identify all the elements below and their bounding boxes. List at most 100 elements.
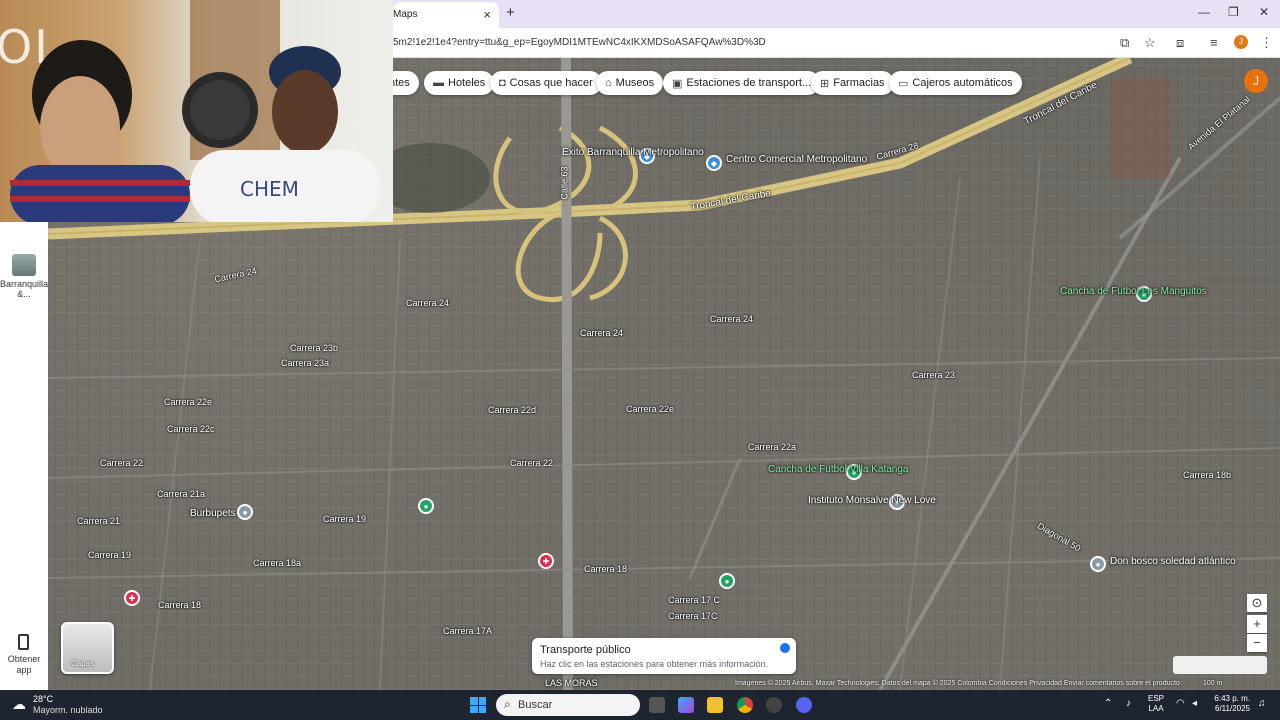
road-label: Carrera 23b (290, 343, 339, 353)
hospital-pin-icon[interactable]: ✚ (124, 590, 140, 606)
left-rail: Barranquilla &... Obtener app (0, 222, 48, 690)
chip-label: Museos (615, 77, 655, 89)
park-pin-icon[interactable]: ● (418, 498, 434, 514)
road-label: Carrera 21 (77, 516, 121, 526)
poi-label-instituto-monsalve[interactable]: Instituto Monsalve New Love (808, 495, 936, 506)
chip-label: Cosas que hacer (509, 77, 593, 89)
chip-label: Estaciones de transport... (686, 77, 812, 89)
poi-label-centro-comercial[interactable]: Centro Comercial Metropolitano (726, 154, 867, 165)
layers-label: Capas (71, 659, 95, 668)
poi-label-exito[interactable]: Éxito Barranquilla Metropolitano (562, 147, 704, 158)
transit-icon: ▣ (672, 77, 683, 90)
microphone-icon[interactable]: ♪ (1126, 698, 1131, 709)
place-thumbnail[interactable] (12, 254, 36, 276)
get-app-label[interactable]: Obtener app (0, 654, 48, 676)
weather-desc[interactable]: Mayorm. nublado (33, 705, 103, 715)
chip-museos[interactable]: ⌂ Museos (596, 71, 664, 95)
chevron-up-icon[interactable]: ⌃ (1104, 698, 1112, 709)
install-app-icon[interactable]: ⧉ (1120, 35, 1129, 51)
recent-place-label[interactable]: Barranquilla &... (0, 279, 48, 299)
tab-maps[interactable]: Maps × (393, 2, 499, 28)
windows-start-icon[interactable] (470, 697, 486, 713)
profile-avatar[interactable]: J (1234, 35, 1248, 49)
chip-cajeros[interactable]: ▭ Cajeros automáticos (889, 71, 1022, 95)
app-icon[interactable] (766, 697, 782, 713)
road-label: Carrera 24 (710, 314, 754, 324)
transport-toast[interactable]: Transporte público Haz clic en las estac… (532, 638, 796, 674)
weather-cloud-icon[interactable]: ☁ (12, 696, 26, 713)
atm-icon: ▭ (898, 77, 909, 90)
restore-icon[interactable]: ❐ (1228, 5, 1239, 19)
street-view-controls[interactable] (1173, 656, 1267, 674)
volume-icon[interactable]: ◂ (1192, 698, 1197, 709)
chip-label: Hoteles (448, 77, 486, 89)
road-label: Carrera 24 (406, 298, 450, 308)
poi-label-burbupets[interactable]: Burbupets (190, 508, 236, 519)
hospital-pin-icon[interactable]: ✚ (538, 553, 554, 569)
task-view-icon[interactable] (649, 697, 665, 713)
close-icon[interactable]: × (483, 7, 491, 22)
url-text[interactable]: 5m2!1e2!1e4?entry=ttu&g_ep=EgoyMDI1MTEwN… (393, 37, 766, 48)
shopping-pin-icon[interactable]: ◆ (706, 155, 722, 171)
zoom-out-button[interactable]: − (1247, 634, 1267, 652)
more-menu-icon[interactable]: ⋮ (1260, 35, 1273, 51)
my-location-icon[interactable]: ⊙ (1247, 594, 1267, 612)
search-placeholder: Buscar (518, 699, 553, 711)
address-bar[interactable]: 5m2!1e2!1e4?entry=ttu&g_ep=EgoyMDI1MTEwN… (393, 28, 1280, 58)
tab-title: Maps (393, 9, 418, 20)
road-label: Carrera 22d (488, 405, 537, 415)
toast-description: Haz clic en las estaciones para obtener … (540, 659, 769, 669)
close-window-icon[interactable]: ✕ (1259, 5, 1269, 19)
poi-label-villa-katanga[interactable]: Cancha de Futbol Villa Katanga (768, 464, 908, 475)
chip-hoteles[interactable]: ▬ Hoteles (424, 71, 495, 95)
road-label: Carrera 18a (253, 558, 302, 568)
poi-label-don-bosco[interactable]: Don bosco soledad atlántico (1110, 556, 1236, 567)
notification-bell-icon[interactable]: ♫ (1258, 698, 1266, 709)
chip-farmacias[interactable]: ⊞ Farmacias (811, 71, 894, 95)
media-icon[interactable]: ≡ (1210, 35, 1218, 50)
store-pin-icon[interactable]: ● (237, 504, 253, 520)
road-label: Carrera 17A (443, 626, 493, 636)
chip-estaciones[interactable]: ▣ Estaciones de transport... (663, 71, 821, 95)
chrome-icon[interactable] (737, 697, 753, 713)
road-label: Carrera 18 (584, 564, 628, 574)
poi-label-los-manguitos[interactable]: Cancha de Futbol Los Manguitos (1060, 286, 1207, 297)
extensions-icon[interactable]: ⧈ (1176, 35, 1184, 51)
road-label: Carrera 22e (164, 397, 213, 407)
file-explorer-icon[interactable] (707, 697, 723, 713)
lang-line1: ESP (1148, 694, 1165, 703)
road-label: Carrera 22 (100, 458, 144, 468)
minimize-icon[interactable]: — (1198, 5, 1210, 19)
road-label: Calle 63 (559, 166, 570, 200)
road-label: Carrera 17 C (668, 595, 721, 605)
road-label: Carrera 24 (580, 328, 624, 338)
chip-label: Farmacias (833, 77, 885, 89)
chip-cosas-que-hacer[interactable]: ◘ Cosas que hacer (490, 71, 602, 95)
taskbar-search[interactable]: ⌕ Buscar (496, 694, 640, 716)
layers-button[interactable]: Capas (61, 622, 114, 674)
pharmacy-icon: ⊞ (820, 77, 830, 90)
road-label: Carrera 22 (510, 458, 554, 468)
bookmark-star-icon[interactable]: ☆ (1144, 35, 1156, 51)
clock[interactable]: 6:43 p. m. 6/11/2025 (1210, 694, 1250, 714)
zoom-in-button[interactable]: + (1247, 615, 1267, 633)
poi-label-las-moras[interactable]: LAS MORAS (545, 678, 598, 689)
copilot-icon[interactable] (678, 697, 694, 713)
user-avatar[interactable]: J (1244, 69, 1268, 93)
language-indicator[interactable]: ESP LAA (1148, 694, 1164, 714)
weather-temp[interactable]: 28°C (33, 694, 53, 704)
scale-bar[interactable]: 100 m (1203, 680, 1222, 687)
phone-icon[interactable] (18, 634, 29, 650)
park-pin-icon[interactable]: ● (719, 573, 735, 589)
new-tab-icon[interactable]: + (506, 4, 515, 21)
date-text: 6/11/2025 (1215, 704, 1250, 713)
place-pin-icon[interactable]: ● (1090, 556, 1106, 572)
discord-icon[interactable] (796, 697, 812, 713)
time-text: 6:43 p. m. (1214, 694, 1250, 703)
wifi-icon[interactable]: ◠ (1176, 698, 1185, 709)
transit-toggle[interactable] (780, 643, 790, 653)
chip-label: Cajeros automáticos (912, 77, 1013, 89)
webcam-overlay: OL CHEM (0, 0, 393, 222)
svg-text:CHEM: CHEM (240, 177, 299, 201)
road-label: Carrera 22a (748, 442, 797, 452)
